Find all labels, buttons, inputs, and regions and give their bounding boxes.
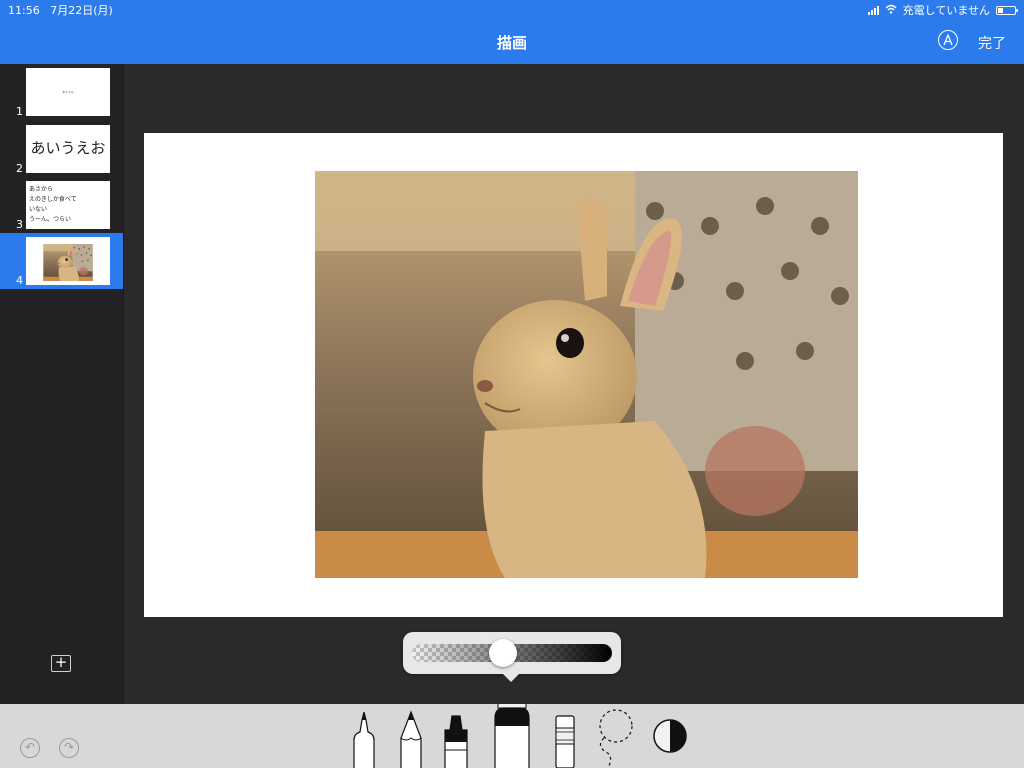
slide-preview-line: えのきしか食べて bbox=[29, 196, 77, 203]
eraser-tool[interactable] bbox=[552, 708, 578, 768]
status-bar-right: 充電していません bbox=[867, 2, 1018, 18]
slide-preview-line: うーん。つらい bbox=[29, 216, 72, 223]
color-picker[interactable] bbox=[652, 718, 688, 754]
pencil-tip-icon bbox=[943, 34, 953, 46]
slide-thumbnail-2[interactable]: 2 あいうえお bbox=[0, 121, 123, 177]
done-button[interactable]: 完了 bbox=[978, 33, 1006, 53]
wifi-icon bbox=[885, 4, 897, 17]
status-date-text: 7月22日(月) bbox=[50, 4, 113, 17]
bunny-photo[interactable] bbox=[315, 171, 858, 578]
crayon-tool[interactable] bbox=[441, 708, 471, 768]
slide-preview: あいうえお bbox=[26, 125, 110, 173]
top-navigation-bar: 11:56 7月22日(月) 充電していません 描画 完了 bbox=[0, 0, 1024, 64]
current-slide[interactable] bbox=[144, 133, 1003, 617]
pencil-tool[interactable] bbox=[397, 708, 425, 768]
redo-button[interactable]: ↷ bbox=[59, 738, 79, 758]
slide-thumbnail-3[interactable]: 3 あさから えのきしか食べて いない うーん。つらい bbox=[0, 177, 123, 233]
slide-preview-line: あさから bbox=[29, 186, 54, 193]
status-bar-time: 11:56 7月22日(月) bbox=[8, 2, 113, 18]
slide-preview-line: いない bbox=[29, 206, 48, 213]
slide-number: 4 bbox=[16, 274, 23, 287]
fill-tool[interactable] bbox=[492, 704, 532, 768]
opacity-slider-thumb[interactable] bbox=[489, 639, 518, 667]
undo-icon: ↶ bbox=[24, 740, 36, 754]
slide-navigator: 1 タイトル 2 あいうえお 3 あさから えのきしか食べて いない うーん。つ… bbox=[0, 64, 124, 704]
slide-preview: あさから えのきしか食べて いない うーん。つらい bbox=[26, 181, 110, 229]
slide-preview-text: あいうえお bbox=[30, 139, 106, 157]
pencil-mode-button[interactable] bbox=[938, 30, 958, 50]
slide-preview: タイトル bbox=[26, 68, 110, 116]
slide-preview-text-block: あさから えのきしか食べて いない うーん。つらい bbox=[26, 181, 110, 225]
lasso-tool[interactable] bbox=[592, 706, 636, 768]
slide-preview bbox=[26, 237, 110, 285]
slide-preview-text: タイトル bbox=[61, 90, 74, 94]
drawing-canvas[interactable] bbox=[124, 64, 1024, 704]
redo-icon: ↷ bbox=[63, 740, 75, 754]
slide-number: 3 bbox=[16, 218, 23, 231]
add-slide-button[interactable]: + bbox=[51, 655, 71, 672]
pen-tool[interactable] bbox=[349, 708, 379, 768]
slide-thumbnail-1[interactable]: 1 タイトル bbox=[0, 64, 123, 120]
status-time-text: 11:56 bbox=[8, 4, 40, 17]
slide-number: 2 bbox=[16, 162, 23, 175]
drawing-toolbar: ↶ ↷ bbox=[0, 704, 1024, 768]
charging-status-text: 充電していません bbox=[902, 4, 990, 17]
slide-thumbnail-4[interactable]: 4 bbox=[0, 233, 123, 289]
opacity-slider-popover bbox=[403, 632, 621, 682]
battery-icon bbox=[996, 5, 1018, 15]
page-title: 描画 bbox=[496, 34, 527, 52]
signal-strength-icon bbox=[867, 5, 879, 15]
slide-number: 1 bbox=[16, 105, 23, 118]
undo-button[interactable]: ↶ bbox=[20, 738, 40, 758]
bunny-photo-thumbnail bbox=[42, 244, 94, 281]
